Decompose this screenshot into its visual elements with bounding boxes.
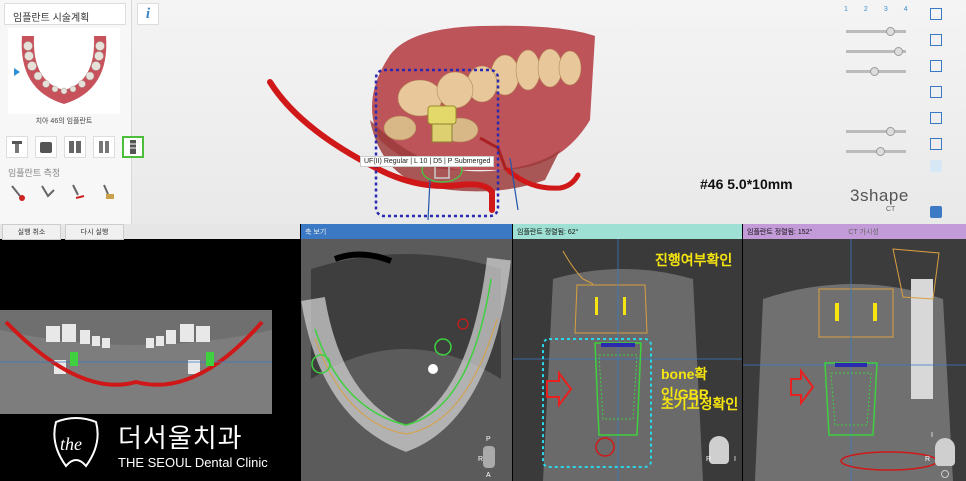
3d-workspace[interactable]: UF(II) Regular | L 10 | D5 | P Submerged… (0, 0, 966, 224)
arch-thumbnail[interactable] (8, 28, 120, 114)
crown-visibility-slider[interactable] (846, 27, 906, 36)
measure-section-title: 임플란트 측정 (8, 168, 61, 178)
annotation-stability-check: 초기고정확인 (661, 396, 739, 412)
implant-view-62[interactable]: 임플란트 정렬됨: 62° 진행여부확인 bone확인/GBR 초기고정확인 (513, 224, 742, 481)
distance-measure-icon[interactable] (6, 180, 30, 204)
copy-icon[interactable] (930, 8, 942, 20)
clinic-logo-text: the (60, 434, 82, 454)
clinic-name-en: THE SEOUL Dental Clinic (118, 455, 268, 470)
info-icon[interactable]: i (137, 3, 159, 25)
ct-layer-icon[interactable] (930, 206, 942, 218)
implant-screw-icon[interactable] (93, 136, 115, 158)
3d-arch-model[interactable] (260, 20, 620, 220)
implant-62-ct-image (513, 239, 742, 481)
layer-tab-2[interactable]: 2 (864, 6, 868, 13)
thumbnail-caption: 치아 46의 임플란트 (35, 118, 93, 125)
copy-icon[interactable] (930, 138, 942, 150)
implant-152-ct-image (743, 239, 966, 481)
copy-icon[interactable] (930, 112, 942, 124)
implant-view-152[interactable]: 임플란트 정렬됨: 152° CT 가시성 I R (743, 224, 966, 481)
redo-button[interactable]: 다시 실행 (65, 224, 124, 240)
orientation-widget-icon[interactable] (483, 446, 495, 468)
implant-visibility-slider[interactable] (846, 127, 906, 136)
bone-density-icon[interactable] (96, 180, 120, 204)
head-orientation-icon[interactable] (709, 436, 729, 464)
head-orientation-icon[interactable] (935, 438, 955, 466)
implant-pair-icon[interactable] (64, 136, 86, 158)
layer-tab-4[interactable]: 4 (904, 6, 908, 13)
visibility-toolbar: 1 2 3 4 3shape CT (838, 0, 966, 224)
abutment-icon[interactable] (6, 136, 28, 158)
clinic-logo-icon: the (53, 417, 99, 468)
implant-fixture-icon[interactable] (122, 136, 144, 158)
orientation-p: P (486, 436, 491, 443)
axial-view[interactable]: 축 보기 P R A (301, 224, 512, 481)
orientation-r2: R (925, 456, 931, 463)
panel-title: 임플란트 시술계획 (4, 3, 126, 25)
undo-button[interactable]: 실행 취소 (2, 224, 61, 240)
implant-view-62-title: 임플란트 정렬됨: 62° (513, 224, 742, 239)
ct-visibility-slider[interactable] (846, 147, 906, 156)
annotation-progress-check: 진행여부확인 (655, 252, 733, 268)
copy-icon[interactable] (930, 34, 942, 46)
orientation-a: A (486, 472, 491, 479)
panoramic-xray (0, 310, 272, 414)
orientation-r-62: R (706, 456, 712, 463)
layer-tab-3[interactable]: 3 (884, 6, 888, 13)
implant-spec-text: #46 5.0*10mm (700, 176, 793, 192)
layer-tab-1[interactable]: 1 (844, 6, 848, 13)
axial-view-title: 축 보기 (301, 224, 512, 239)
implant-label: UF(II) Regular | L 10 | D5 | P Submerged (360, 156, 495, 167)
implant-part-toolbar (6, 136, 144, 158)
ct-settings-icon[interactable] (941, 470, 949, 478)
orientation-i-62: I (734, 456, 736, 463)
scan-visibility-slider[interactable] (846, 67, 906, 76)
arch-thumbnail-image (14, 36, 107, 104)
panoramic-view[interactable]: 실행 취소 다시 실행 the 더서울치과 THE SEOUL Dental C… (0, 224, 300, 481)
implant-plan-panel: 임플란트 시술계획 치아 46의 임플란트 임플란트 측정 (0, 0, 144, 224)
crown-icon[interactable] (35, 136, 57, 158)
layer-tabs: 1 2 3 4 (844, 6, 908, 13)
clinic-name-ko: 더서울치과 (118, 423, 243, 453)
measure-toolbar (6, 180, 120, 204)
ct-visibility-label[interactable]: CT 가시성 (848, 229, 878, 236)
copy-icon[interactable] (930, 86, 942, 98)
implant-body (431, 123, 453, 143)
implant-view-152-label: 임플란트 정렬됨: 152° (747, 229, 813, 236)
axial-ct-image (301, 239, 512, 481)
orientation-i: I (931, 432, 933, 439)
copy-icon[interactable] (930, 60, 942, 72)
abutment-visibility-slider[interactable] (846, 47, 906, 56)
implant-view-152-title: 임플란트 정렬됨: 152° CT 가시성 (743, 224, 966, 239)
visibility-icon[interactable] (930, 160, 942, 172)
logo-3shape-sub: CT (886, 206, 896, 213)
nerve-distance-icon[interactable] (66, 180, 90, 204)
angle-measure-icon[interactable] (36, 180, 60, 204)
logo-3shape: 3shape (850, 186, 909, 205)
implant-crown (427, 105, 457, 125)
